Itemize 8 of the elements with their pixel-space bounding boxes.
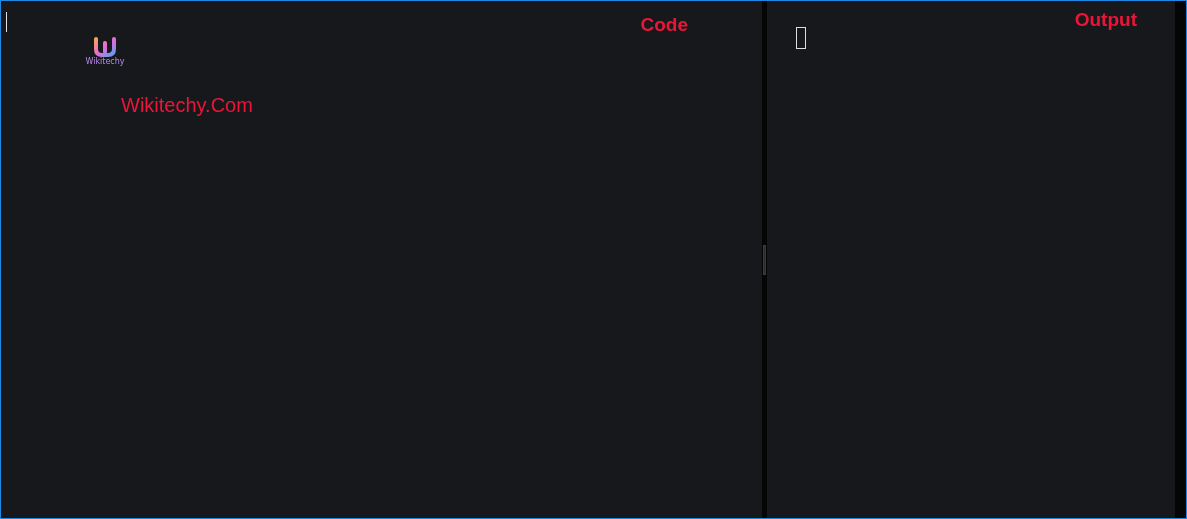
site-text: Wikitechy.Com xyxy=(121,94,254,117)
text-cursor-icon xyxy=(6,12,7,32)
missing-glyph-icon xyxy=(796,27,806,49)
logo-icon xyxy=(93,37,117,57)
code-label: Code xyxy=(640,14,688,36)
output-label: Output xyxy=(1074,9,1137,31)
splitter-handle[interactable] xyxy=(763,244,766,275)
logo-text: Wikitechy xyxy=(85,57,125,66)
